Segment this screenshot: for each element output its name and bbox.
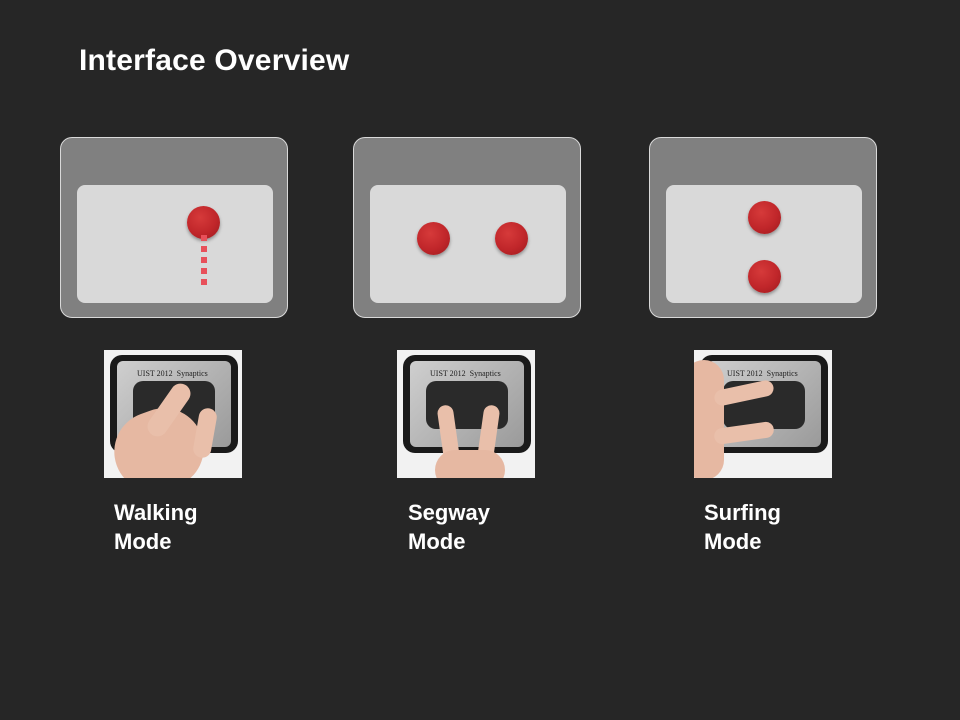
segway-mode-photo: UIST 2012 Synaptics (397, 350, 535, 478)
surfing-mode-photo: UIST 2012 Synaptics (694, 350, 832, 478)
page-title: Interface Overview (79, 44, 350, 77)
touch-point-bottom (748, 260, 781, 293)
touchpad-device: UIST 2012 Synaptics (403, 355, 531, 453)
swipe-trail (201, 235, 207, 287)
walking-mode-diagram (60, 137, 288, 318)
segway-mode-diagram (353, 137, 581, 318)
touch-point-left (417, 222, 450, 255)
touchpad-surface (666, 185, 862, 303)
surfing-mode-diagram (649, 137, 877, 318)
hand (435, 450, 505, 478)
touch-point-top (748, 201, 781, 234)
device-brand-text: UIST 2012 Synaptics (430, 369, 501, 378)
touch-point-right (495, 222, 528, 255)
touchpad-surface (77, 185, 273, 303)
hand (694, 360, 724, 478)
walking-mode-label: Walking Mode (114, 500, 198, 554)
device-brand-text: UIST 2012 Synaptics (137, 369, 208, 378)
segway-mode-label: Segway Mode (408, 500, 490, 554)
surfing-mode-label: Surfing Mode (704, 500, 781, 554)
walking-mode-photo: UIST 2012 Synaptics (104, 350, 242, 478)
device-brand-text: UIST 2012 Synaptics (727, 369, 798, 378)
touchpad-surface (370, 185, 566, 303)
